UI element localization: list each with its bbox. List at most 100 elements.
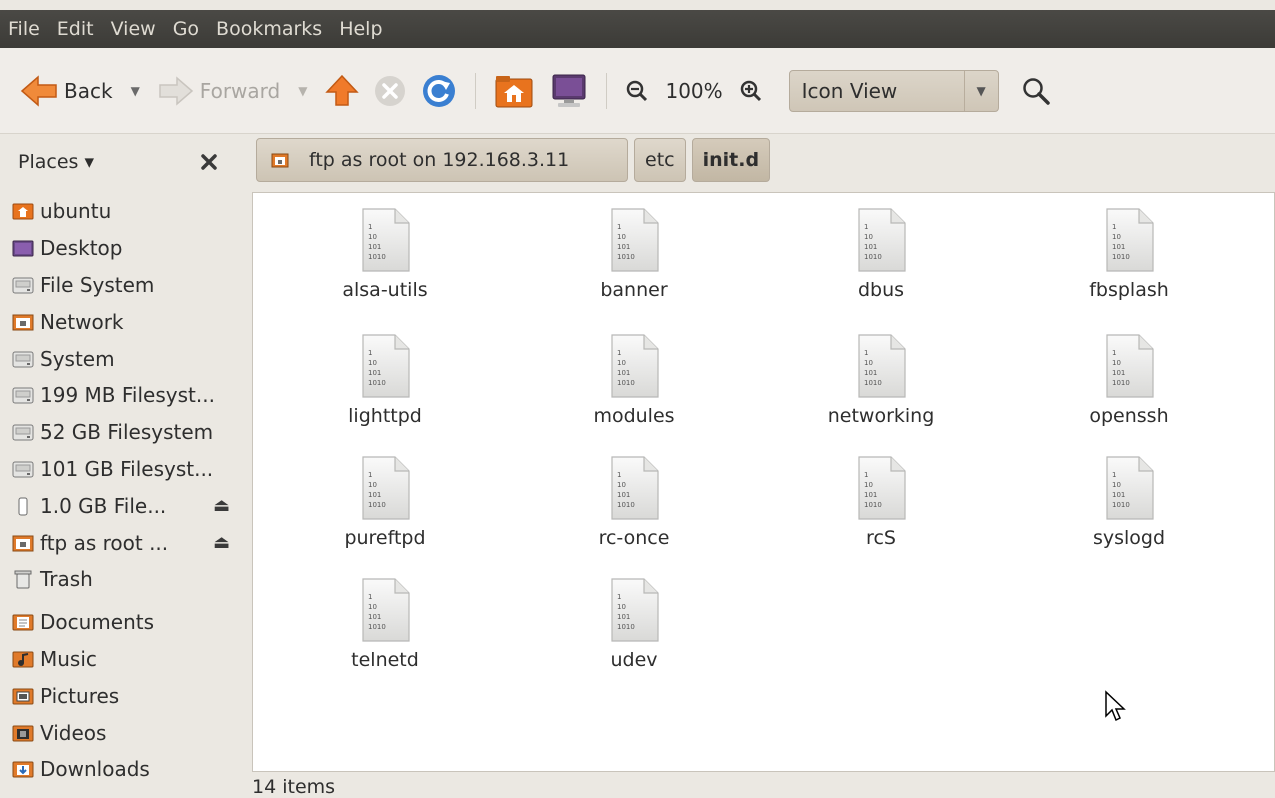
- file-item[interactable]: 1 10 101 1010 rc-once: [534, 455, 734, 549]
- sidebar-item-52-gb-filesystem[interactable]: 52 GB Filesystem: [8, 414, 240, 451]
- file-item[interactable]: 1 10 101 1010 telnetd: [285, 577, 485, 671]
- file-item[interactable]: 1 10 101 1010 networking: [781, 333, 981, 427]
- sidebar-item-documents[interactable]: Documents: [8, 604, 240, 641]
- file-item[interactable]: 1 10 101 1010 modules: [534, 333, 734, 427]
- network-folder-icon: [12, 533, 34, 553]
- file-view[interactable]: 1 10 101 1010 alsa-utils 1 10 101 1010 banner 1 10 1…: [252, 192, 1275, 772]
- desktop-icon: [12, 238, 34, 258]
- binary-file-icon: 1 10 101 1010: [611, 456, 659, 520]
- sidebar-item-network[interactable]: Network: [8, 303, 240, 340]
- sidebar-item-pictures[interactable]: Pictures: [8, 677, 240, 714]
- zoom-in-icon: [740, 80, 761, 101]
- search-button[interactable]: [1017, 65, 1055, 117]
- svg-text:101: 101: [617, 491, 630, 499]
- usb-drive-icon: [12, 496, 34, 516]
- file-item[interactable]: 1 10 101 1010 fbsplash: [1029, 207, 1229, 301]
- icon-grid: 1 10 101 1010 alsa-utils 1 10 101 1010 banner 1 10 1…: [253, 193, 1274, 771]
- file-item[interactable]: 1 10 101 1010 alsa-utils: [285, 207, 485, 301]
- breadcrumb-init-d[interactable]: init.d: [691, 138, 771, 182]
- breadcrumb: ftp as root on 192.168.3.11 etc init.d: [256, 138, 776, 182]
- sidebar-item-label: Desktop: [40, 236, 123, 261]
- file-name: fbsplash: [1089, 279, 1169, 301]
- breadcrumb-label: etc: [645, 149, 675, 171]
- sidebar-item-label: Music: [40, 646, 97, 671]
- svg-text:101: 101: [1112, 369, 1125, 377]
- sidebar-item-ftp-as-root[interactable]: ftp as root ... ⏏: [8, 524, 240, 561]
- binary-file-icon: 1 10 101 1010: [858, 334, 906, 398]
- forward-history-dropdown[interactable]: ▼: [298, 84, 307, 98]
- breadcrumb-ftp-root[interactable]: ftp as root on 192.168.3.11: [256, 138, 628, 182]
- eject-icon[interactable]: ⏏: [213, 532, 230, 553]
- back-button[interactable]: Back: [16, 65, 117, 117]
- places-dropdown[interactable]: Places ▾: [18, 151, 94, 173]
- file-item[interactable]: 1 10 101 1010 pureftpd: [285, 455, 485, 549]
- sidebar-item-1-0-gb-file[interactable]: 1.0 GB File... ⏏: [8, 487, 240, 524]
- music-folder-icon: [12, 649, 34, 669]
- binary-file-icon: 1 10 101 1010: [362, 208, 410, 272]
- sidebar-item-label: ubuntu: [40, 199, 112, 224]
- eject-icon[interactable]: ⏏: [213, 495, 230, 516]
- back-history-dropdown[interactable]: ▼: [131, 84, 140, 98]
- svg-text:1: 1: [1112, 349, 1116, 357]
- file-item[interactable]: 1 10 101 1010 rcS: [781, 455, 981, 549]
- breadcrumb-etc[interactable]: etc: [634, 138, 686, 182]
- sidebar-item-trash[interactable]: Trash: [8, 561, 240, 598]
- menu-edit[interactable]: Edit: [55, 16, 96, 42]
- sidebar-item-199-mb-filesyst[interactable]: 199 MB Filesyst...: [8, 377, 240, 414]
- sidebar-item-label: Network: [40, 309, 124, 334]
- sidebar-item-label: Trash: [40, 567, 93, 592]
- svg-text:101: 101: [368, 491, 381, 499]
- stop-button[interactable]: [369, 65, 411, 117]
- file-name: rcS: [866, 527, 896, 549]
- svg-text:101: 101: [617, 613, 630, 621]
- menu-bookmarks[interactable]: Bookmarks: [214, 16, 324, 42]
- file-item[interactable]: 1 10 101 1010 udev: [534, 577, 734, 671]
- computer-button[interactable]: [546, 65, 592, 117]
- sidebar-header: Places ▾: [0, 134, 240, 190]
- up-button[interactable]: [321, 65, 363, 117]
- sidebar-item-system[interactable]: System: [8, 340, 240, 377]
- reload-button[interactable]: [417, 65, 461, 117]
- svg-text:1010: 1010: [617, 253, 635, 261]
- file-item[interactable]: 1 10 101 1010 syslogd: [1029, 455, 1229, 549]
- sidebar-item-desktop[interactable]: Desktop: [8, 230, 240, 267]
- toolbar-separator: [606, 72, 608, 109]
- sidebar: ubuntu Desktop File System Network System 199…: [8, 193, 240, 793]
- svg-text:101: 101: [368, 369, 381, 377]
- sidebar-item-label: Videos: [40, 720, 107, 745]
- view-mode-select[interactable]: Icon View ▼: [788, 69, 999, 112]
- zoom-out-button[interactable]: [621, 65, 653, 117]
- sidebar-item-downloads[interactable]: Downloads: [8, 751, 240, 788]
- file-item[interactable]: 1 10 101 1010 openssh: [1029, 333, 1229, 427]
- sidebar-item-101-gb-filesyst[interactable]: 101 GB Filesyst...: [8, 451, 240, 488]
- binary-file-icon: 1 10 101 1010: [362, 578, 410, 642]
- menu-help[interactable]: Help: [337, 16, 384, 42]
- menu-file[interactable]: File: [6, 16, 42, 42]
- svg-text:1010: 1010: [368, 623, 386, 631]
- svg-text:10: 10: [1112, 359, 1121, 367]
- svg-text:101: 101: [617, 243, 630, 251]
- zoom-in-button[interactable]: [735, 65, 767, 117]
- trash-icon: [12, 569, 34, 589]
- file-name: syslogd: [1092, 527, 1166, 549]
- svg-text:1: 1: [864, 349, 868, 357]
- binary-file-icon: 1 10 101 1010: [858, 208, 906, 272]
- sidebar-item-videos[interactable]: Videos: [8, 714, 240, 751]
- svg-text:10: 10: [368, 359, 377, 367]
- svg-text:10: 10: [864, 359, 873, 367]
- sidebar-item-ubuntu[interactable]: ubuntu: [8, 193, 240, 230]
- menu-view[interactable]: View: [109, 16, 158, 42]
- file-item[interactable]: 1 10 101 1010 dbus: [781, 207, 981, 301]
- file-item[interactable]: 1 10 101 1010 banner: [534, 207, 734, 301]
- menu-go[interactable]: Go: [171, 16, 201, 42]
- home-button[interactable]: [490, 65, 538, 117]
- forward-button[interactable]: Forward: [154, 65, 284, 117]
- binary-file-icon: 1 10 101 1010: [1106, 208, 1154, 272]
- sidebar-item-file-system[interactable]: File System: [8, 267, 240, 304]
- file-item[interactable]: 1 10 101 1010 lighttpd: [285, 333, 485, 427]
- close-sidebar-icon[interactable]: [200, 153, 218, 171]
- svg-text:1010: 1010: [617, 379, 635, 387]
- svg-text:10: 10: [368, 603, 377, 611]
- sidebar-item-music[interactable]: Music: [8, 641, 240, 678]
- status-bar: 14 items: [252, 776, 336, 798]
